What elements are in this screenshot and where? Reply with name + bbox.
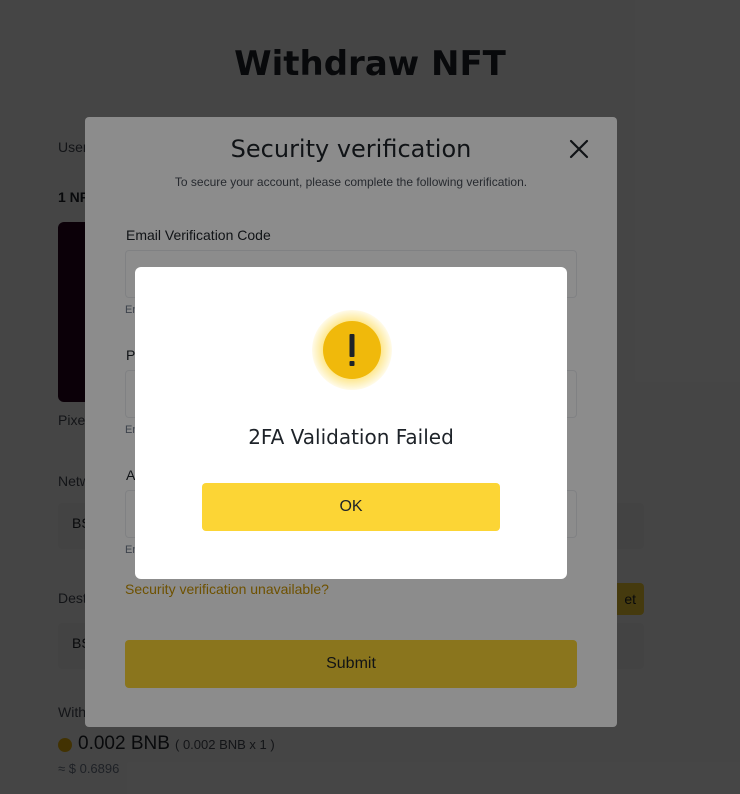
warning-icon xyxy=(311,309,393,391)
ok-button[interactable]: OK xyxy=(202,483,500,531)
alert-dialog: 2FA Validation Failed OK xyxy=(135,267,567,579)
alert-message: 2FA Validation Failed xyxy=(248,425,454,449)
